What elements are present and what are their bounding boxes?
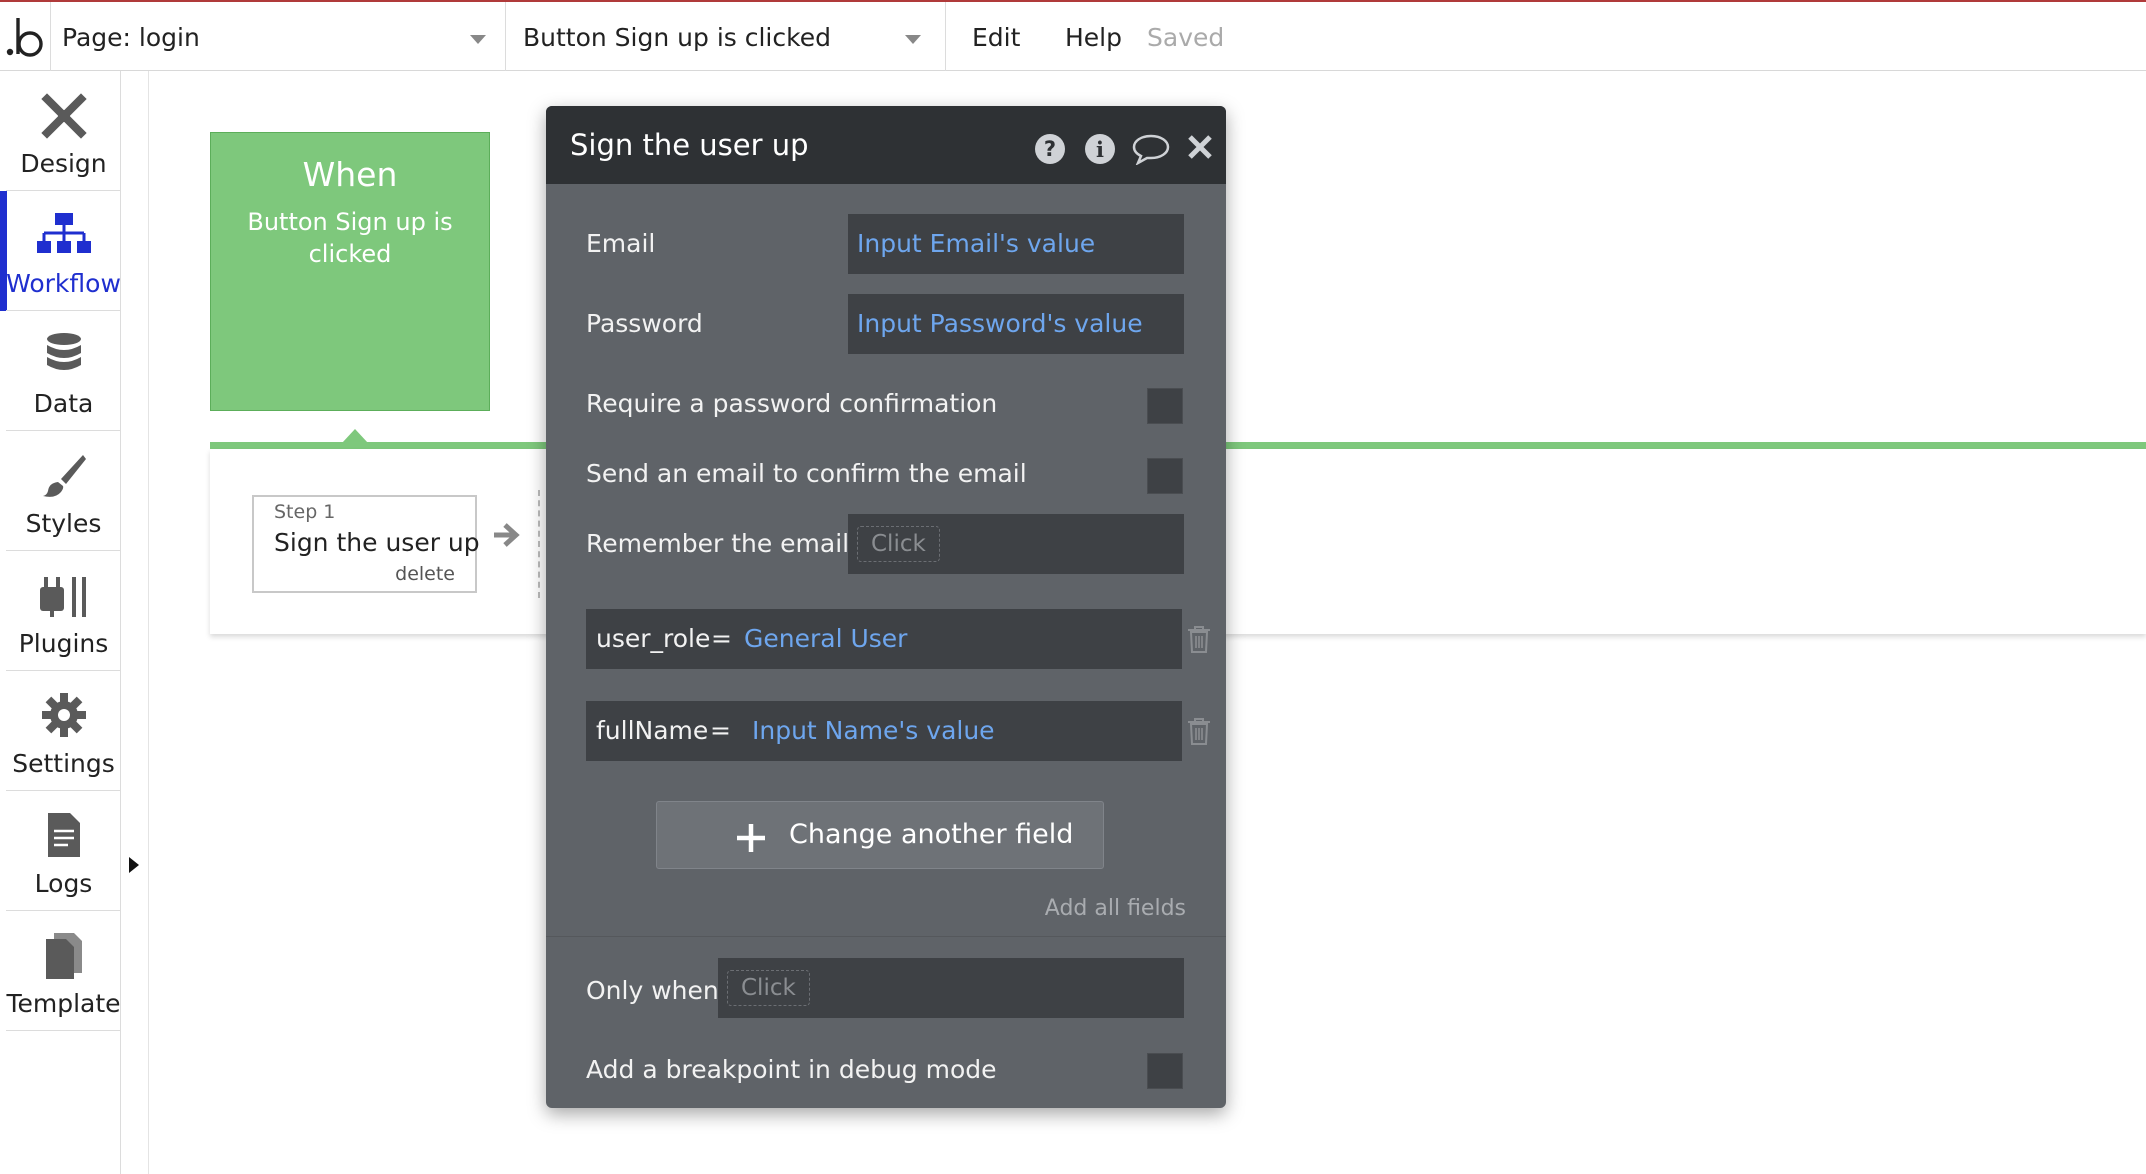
only-when-click-placeholder[interactable]: Click xyxy=(727,970,810,1006)
remember-email-click-placeholder[interactable]: Click xyxy=(857,526,940,562)
require-password-confirmation-label: Require a password confirmation xyxy=(586,389,998,418)
design-icon xyxy=(40,93,87,139)
event-when-label: When xyxy=(302,155,398,194)
help-icon[interactable]: ? xyxy=(1034,133,1066,165)
saved-status: Saved xyxy=(1147,23,1225,52)
remember-email-field[interactable]: Click xyxy=(848,514,1184,574)
only-when-field[interactable]: Click xyxy=(718,958,1184,1018)
field-value[interactable]: Input Name's value xyxy=(752,716,995,745)
event-dropdown[interactable]: Button Sign up is clicked xyxy=(505,2,945,71)
edit-menu[interactable]: Edit xyxy=(972,23,1020,52)
equals-sign: = xyxy=(711,624,732,653)
field-value[interactable]: General User xyxy=(744,624,907,653)
document-icon xyxy=(47,813,80,857)
change-another-field-label: Change another field xyxy=(789,819,1074,850)
sidebar-item-label: Styles xyxy=(25,509,102,538)
close-icon[interactable] xyxy=(1186,133,1214,161)
help-menu[interactable]: Help xyxy=(1065,23,1122,52)
workflow-icon xyxy=(36,213,91,253)
sidebar-item-label: Workflow xyxy=(6,269,121,298)
field-key: user_role xyxy=(596,624,711,653)
canvas-divider xyxy=(148,71,149,1174)
sidebar-item-label: Data xyxy=(33,389,94,418)
template-icon xyxy=(45,933,82,979)
sidebar-item-label: Logs xyxy=(34,869,93,898)
send-confirm-email-checkbox[interactable] xyxy=(1147,458,1183,494)
password-label: Password xyxy=(586,309,703,338)
plug-icon xyxy=(39,577,86,617)
only-when-label: Only when xyxy=(586,976,719,1005)
step-number: Step 1 xyxy=(274,501,336,523)
step-title: Sign the user up xyxy=(274,528,480,557)
sidebar-item-workflow[interactable]: Workflow xyxy=(6,191,121,311)
change-another-field-button[interactable]: Change another field xyxy=(656,801,1104,869)
breakpoint-checkbox[interactable] xyxy=(1147,1053,1183,1089)
send-confirm-email-label: Send an email to confirm the email xyxy=(586,459,1027,488)
remember-email-label: Remember the email xyxy=(586,529,850,558)
sidebar-item-plugins[interactable]: Plugins xyxy=(6,551,121,671)
database-icon xyxy=(46,333,81,370)
sidebar-item-label: Template xyxy=(6,989,121,1018)
email-field-value: Input Email's value xyxy=(857,229,1096,258)
svg-text:i: i xyxy=(1096,137,1104,162)
chevron-down-icon xyxy=(905,35,921,44)
page-dropdown-label: Page: login xyxy=(62,23,200,52)
arrow-right-icon xyxy=(494,523,520,547)
sidebar-item-settings[interactable]: Settings xyxy=(6,671,121,791)
sidebar-item-label: Design xyxy=(20,149,107,178)
trash-icon[interactable] xyxy=(1186,716,1212,746)
left-sidebar: Design Workflow Data Styles Plugins Sett… xyxy=(0,71,121,1174)
event-description: Button Sign up is clicked xyxy=(247,208,453,268)
editor-divider xyxy=(546,936,1226,937)
step-delete-link[interactable]: delete xyxy=(395,563,455,585)
field-key: fullName xyxy=(596,716,709,745)
breakpoint-label: Add a breakpoint in debug mode xyxy=(586,1055,997,1084)
sidebar-item-design[interactable]: Design xyxy=(6,71,121,191)
svg-text:?: ? xyxy=(1044,137,1056,161)
field-row-fullname[interactable]: fullName = Input Name's value xyxy=(586,701,1182,761)
sidebar-item-template[interactable]: Template xyxy=(6,911,121,1031)
editor-title: Sign the user up xyxy=(570,128,809,162)
sidebar-item-label: Settings xyxy=(12,749,115,778)
event-dropdown-label: Button Sign up is clicked xyxy=(523,23,831,52)
editor-header: Sign the user up ? i xyxy=(546,106,1226,184)
sidebar-item-styles[interactable]: Styles xyxy=(6,431,121,551)
topbar-separator xyxy=(945,2,946,71)
add-all-fields-link[interactable]: Add all fields xyxy=(1045,896,1186,921)
action-property-editor: Sign the user up ? i Email Input Email's… xyxy=(546,106,1226,1108)
bubble-logo-icon[interactable] xyxy=(4,14,48,60)
gear-icon xyxy=(41,693,86,737)
step-card[interactable]: Step 1 Sign the user up delete xyxy=(252,495,480,593)
plus-icon xyxy=(737,824,765,852)
email-label: Email xyxy=(586,229,656,258)
field-row-user-role[interactable]: user_role = General User xyxy=(586,609,1182,669)
chevron-down-icon xyxy=(470,35,486,44)
info-icon[interactable]: i xyxy=(1084,133,1116,165)
brush-icon xyxy=(42,455,86,497)
page-dropdown[interactable]: Page: login xyxy=(50,2,505,71)
sidebar-item-data[interactable]: Data xyxy=(6,311,121,431)
trash-icon[interactable] xyxy=(1186,624,1212,654)
require-password-confirmation-checkbox[interactable] xyxy=(1147,388,1183,424)
password-field-value: Input Password's value xyxy=(857,309,1143,338)
event-block[interactable]: When Button Sign up is clicked xyxy=(210,132,490,411)
comment-icon[interactable] xyxy=(1132,133,1170,165)
event-pointer xyxy=(342,429,368,443)
top-bar: Page: login Button Sign up is clicked Ed… xyxy=(0,0,2146,71)
equals-sign: = xyxy=(710,716,731,745)
sidebar-item-logs[interactable]: Logs xyxy=(6,791,121,911)
email-field[interactable]: Input Email's value xyxy=(848,214,1184,274)
sidebar-item-label: Plugins xyxy=(18,629,109,658)
expand-panel-arrow-icon[interactable] xyxy=(129,857,139,873)
password-field[interactable]: Input Password's value xyxy=(848,294,1184,354)
